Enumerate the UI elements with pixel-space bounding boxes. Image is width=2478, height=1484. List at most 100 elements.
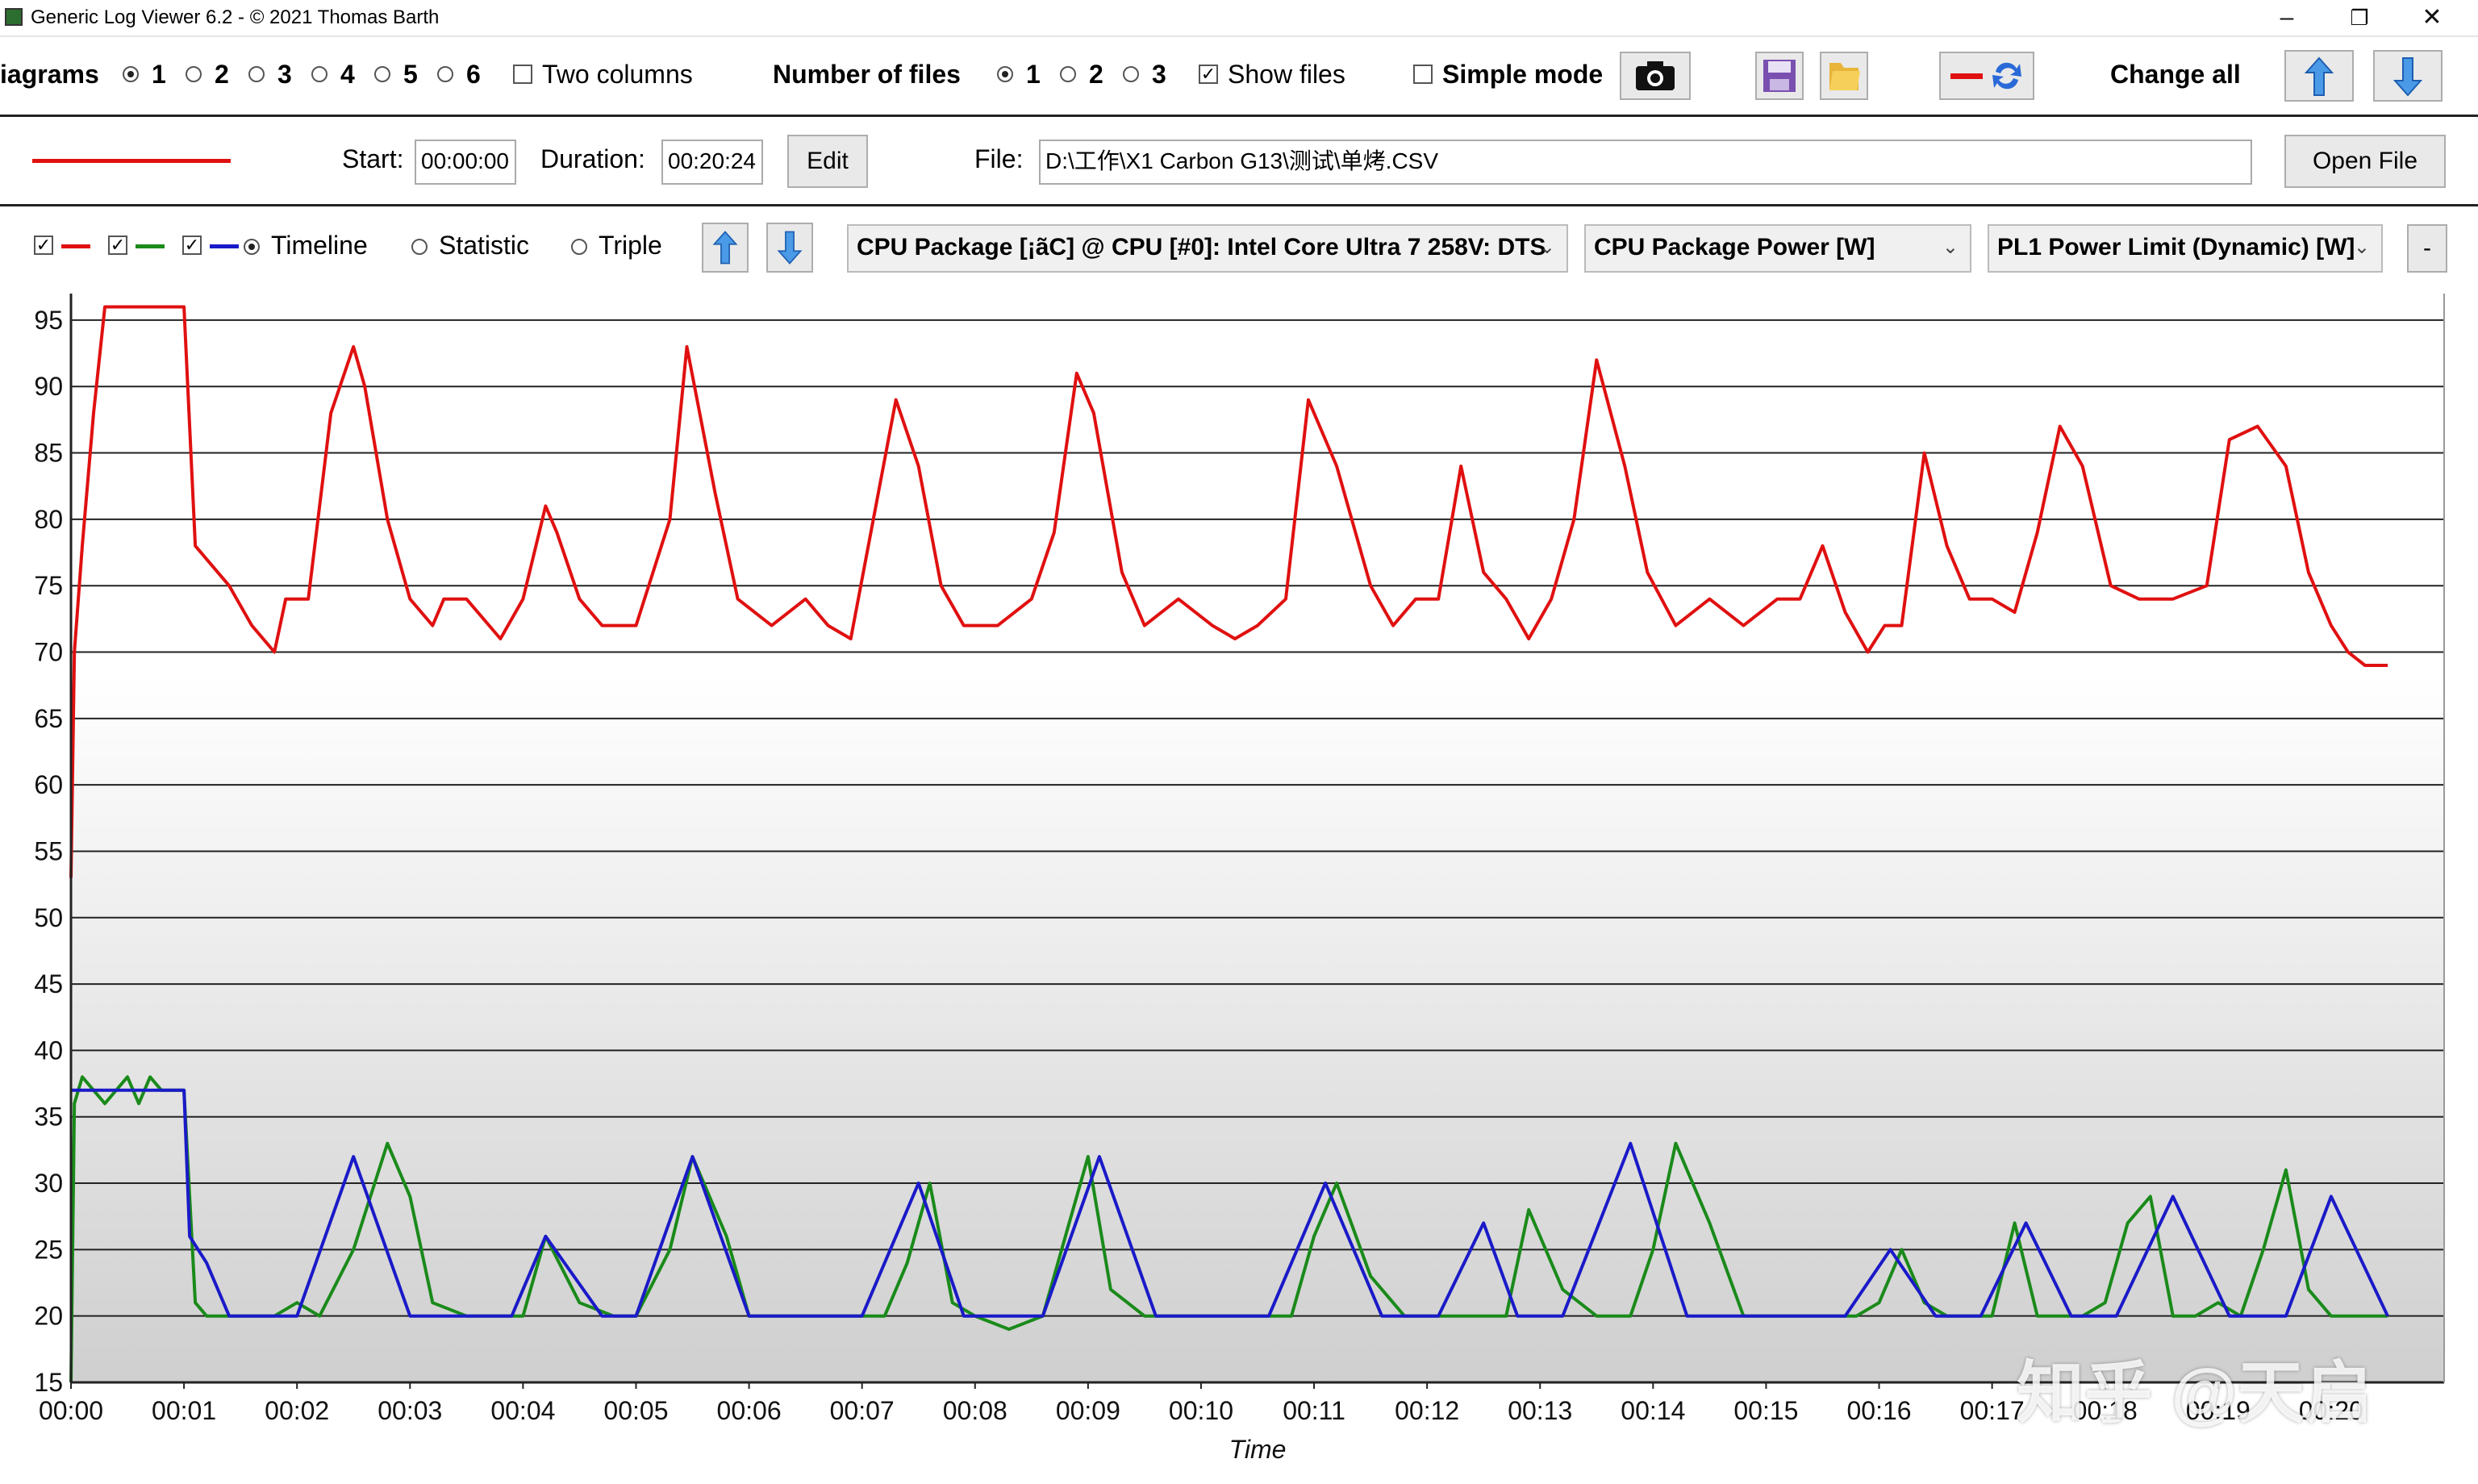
diagram-radio-4[interactable] [311, 66, 327, 82]
x-tick-label: 00:04 [490, 1396, 555, 1425]
series-3-select-value: PL1 Power Limit (Dynamic) [W] [1997, 234, 2355, 261]
duration-label: Duration: [540, 144, 645, 173]
show-files-label: Show files [1228, 60, 1345, 89]
series-3-checkbox[interactable]: ✓ [182, 236, 202, 255]
y-tick-label: 55 [34, 836, 63, 865]
save-button[interactable] [1755, 52, 1804, 100]
swap-color-icon [1950, 62, 2021, 90]
series-1-select[interactable]: CPU Package [¡ãC] @ CPU [#0]: Intel Core… [847, 224, 1568, 273]
timeline-label: Timeline [271, 231, 368, 260]
series-1-checkbox[interactable]: ✓ [34, 236, 53, 255]
file-count-radio-3[interactable] [1123, 66, 1139, 82]
folder-icon [1829, 63, 1860, 90]
start-time-input[interactable]: 00:00:00 [415, 140, 516, 185]
x-tick-label: 00:16 [1846, 1396, 1911, 1425]
file-row: Start: 00:00:00 Duration: 00:20:24 Edit … [0, 117, 2478, 206]
two-columns-label: Two columns [542, 60, 693, 89]
x-tick-label: 00:10 [1169, 1396, 1233, 1425]
file-label: File: [974, 144, 1024, 173]
x-tick-label: 00:15 [1733, 1396, 1798, 1425]
close-button[interactable]: ✕ [2396, 0, 2468, 35]
diagram-option-4: 4 [340, 60, 355, 89]
y-tick-label: 45 [34, 969, 63, 998]
series-1-color-swatch[interactable] [61, 244, 90, 248]
open-folder-button[interactable] [1820, 52, 1868, 100]
diagram-radio-2[interactable] [186, 66, 202, 82]
x-tick-label: 00:08 [943, 1396, 1007, 1425]
arrow-down-icon [777, 231, 803, 265]
diagrams-label: iagrams [0, 60, 99, 89]
edit-button[interactable]: Edit [787, 135, 868, 188]
timeline-chart[interactable]: 15 20 25 30 35 40 45 50 55 60 65 70 75 80 85 90 95 00:00 0… [0, 284, 2478, 1484]
number-of-files-label: Number of files [773, 60, 961, 89]
simple-mode-checkbox[interactable] [1413, 65, 1433, 84]
x-tick-label: 00:11 [1283, 1396, 1345, 1425]
simple-mode-label: Simple mode [1442, 60, 1604, 89]
x-tick-label: 00:12 [1395, 1396, 1459, 1425]
diagram-option-1: 1 [152, 60, 166, 89]
restore-button[interactable]: ❐ [2323, 0, 2396, 35]
y-tick-label: 15 [34, 1368, 63, 1397]
file-count-radio-1[interactable] [997, 66, 1013, 82]
diagram-radio-5[interactable] [374, 66, 390, 82]
series-2-checkbox[interactable]: ✓ [108, 236, 127, 255]
file-count-option-1: 1 [1026, 60, 1041, 89]
file-path-input[interactable]: D:\工作\X1 Carbon G13\测试\单烤.CSV [1039, 140, 2252, 185]
duration-input[interactable]: 00:20:24 [661, 140, 763, 185]
diagram-option-2: 2 [215, 60, 229, 89]
move-all-up-button[interactable] [2284, 50, 2354, 102]
file-count-radio-2[interactable] [1060, 66, 1076, 82]
y-tick-label: 30 [34, 1169, 63, 1198]
title-bar: Generic Log Viewer 6.2 - © 2021 Thomas B… [0, 0, 2478, 37]
move-diagram-down-button[interactable] [766, 223, 813, 273]
two-columns-checkbox[interactable] [513, 65, 532, 84]
triple-radio[interactable] [571, 239, 587, 255]
x-tick-label: 00:01 [152, 1396, 216, 1425]
diagram-radio-3[interactable] [248, 66, 265, 82]
y-tick-label: 25 [34, 1235, 63, 1264]
file-count-option-2: 2 [1089, 60, 1103, 89]
diagram-option-6: 6 [466, 60, 481, 89]
y-tick-label: 65 [34, 704, 63, 733]
diagram-settings-row: ✓ ✓ ✓ Timeline Statistic Triple CPU Pack… [0, 206, 2478, 284]
triple-label: Triple [599, 231, 662, 260]
series-3-color-swatch[interactable] [210, 244, 239, 248]
x-tick-label: 00:09 [1056, 1396, 1120, 1425]
y-tick-label: 40 [34, 1036, 63, 1065]
statistic-label: Statistic [439, 231, 530, 260]
series-3-select[interactable]: PL1 Power Limit (Dynamic) [W] ⌄ [1988, 224, 2383, 273]
main-toolbar: iagrams 1 2 3 4 5 6 Two columns Number o… [0, 37, 2478, 117]
statistic-radio[interactable] [411, 239, 428, 255]
move-diagram-up-button[interactable] [702, 223, 749, 273]
swap-color-button[interactable] [1939, 52, 2034, 100]
watermark-text: 知乎 @天启 [2017, 1355, 2373, 1431]
x-tick-label: 00:07 [830, 1396, 895, 1425]
change-all-label: Change all [2110, 60, 2241, 89]
arrow-down-icon [2392, 57, 2423, 97]
diagram-option-5: 5 [403, 60, 418, 89]
screenshot-button[interactable] [1620, 52, 1691, 100]
file-line-color-swatch[interactable] [32, 159, 231, 163]
series-2-color-swatch[interactable] [136, 244, 165, 248]
x-axis-label: Time [1229, 1435, 1287, 1464]
move-all-down-button[interactable] [2373, 50, 2443, 102]
y-tick-label: 80 [34, 505, 63, 534]
open-file-button[interactable]: Open File [2284, 135, 2446, 188]
x-tick-label: 00:13 [1508, 1396, 1572, 1425]
show-files-checkbox[interactable]: ✓ [1199, 65, 1218, 84]
series-2-select[interactable]: CPU Package Power [W] ⌄ [1584, 224, 1971, 273]
window-title: Generic Log Viewer 6.2 - © 2021 Thomas B… [31, 6, 440, 28]
x-tick-label: 00:14 [1621, 1396, 1685, 1425]
chevron-down-icon: ⌄ [2353, 236, 2370, 258]
x-tick-label: 00:03 [378, 1396, 442, 1425]
x-tick-label: 00:06 [717, 1396, 782, 1425]
diagram-radio-1[interactable] [123, 66, 139, 82]
minimize-button[interactable]: – [2251, 0, 2323, 35]
remove-diagram-button[interactable]: - [2407, 224, 2447, 273]
arrow-up-icon [2304, 56, 2334, 96]
y-tick-label: 90 [34, 372, 63, 401]
timeline-radio[interactable] [244, 239, 260, 255]
diagram-radio-6[interactable] [437, 66, 453, 82]
start-label: Start: [342, 144, 404, 173]
y-tick-label: 85 [34, 439, 63, 468]
